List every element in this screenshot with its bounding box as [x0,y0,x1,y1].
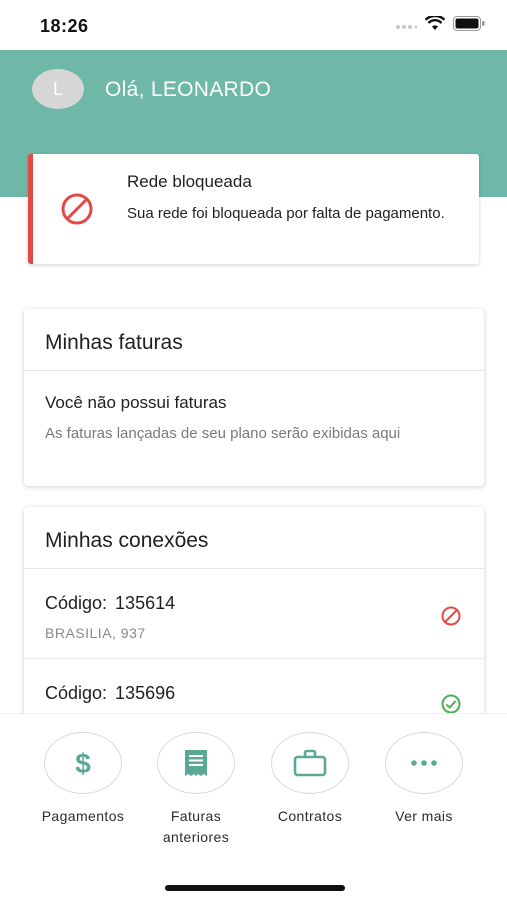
nav-contracts[interactable]: Contratos [253,732,367,827]
wifi-icon [425,16,445,30]
nav-more[interactable]: Ver mais [367,732,481,827]
connection-code: Código: 135696 [45,683,175,704]
bottom-nav: $ Pagamentos Faturas anteriores Contrato… [0,713,507,900]
svg-text:$: $ [75,748,91,778]
avatar[interactable]: L [32,69,84,109]
invoices-empty-title: Você não possui faturas [45,393,227,412]
status-icons [395,16,485,31]
check-circle-icon [441,694,461,714]
more-icon [411,760,437,766]
connection-code-number: 135614 [115,593,176,613]
nav-payments-label: Pagamentos [41,808,125,824]
nav-payments[interactable]: $ Pagamentos [26,732,140,827]
dollar-icon: $ [75,748,91,778]
alert-message: Sua rede foi bloqueada por falta de paga… [127,205,445,222]
connection-code-number: 135696 [115,683,176,703]
connection-code-label: Código: [45,593,108,613]
briefcase-icon [293,749,327,777]
nav-more-label: Ver mais [395,808,453,824]
invoices-title: Minhas faturas [24,309,484,371]
nav-more-button[interactable] [385,732,463,794]
connection-row[interactable]: Código: 135614 BRASILIA, 937 [24,569,484,659]
nav-previous-invoices-label: Faturas anteriores [162,808,230,845]
status-time: 18:26 [40,16,89,36]
blocked-icon [61,193,93,225]
nav-contracts-button[interactable] [271,732,349,794]
blocked-network-alert[interactable]: Rede bloqueada Sua rede foi bloqueada po… [28,154,479,264]
connections-title: Minhas conexões [24,507,484,569]
alert-title: Rede bloqueada [127,172,252,191]
invoices-card: Minhas faturas Você não possui faturas A… [24,309,484,486]
invoices-empty-text: As faturas lançadas de seu plano serão e… [45,425,401,442]
signal-icon [396,24,417,29]
nav-payments-button[interactable]: $ [44,732,122,794]
battery-icon [453,16,485,31]
greeting: Olá, LEONARDO [105,78,272,101]
connection-code: Código: 135614 [45,593,175,614]
connection-code-label: Código: [45,683,108,703]
home-indicator[interactable] [165,885,345,891]
invoice-icon [185,750,207,776]
nav-contracts-label: Contratos [277,808,343,824]
nav-previous-invoices[interactable]: Faturas anteriores [139,732,253,848]
blocked-status-icon [441,606,461,626]
status-bar: 18:26 [0,0,507,50]
nav-previous-invoices-button[interactable] [157,732,235,794]
connection-address: BRASILIA, 937 [45,625,146,641]
